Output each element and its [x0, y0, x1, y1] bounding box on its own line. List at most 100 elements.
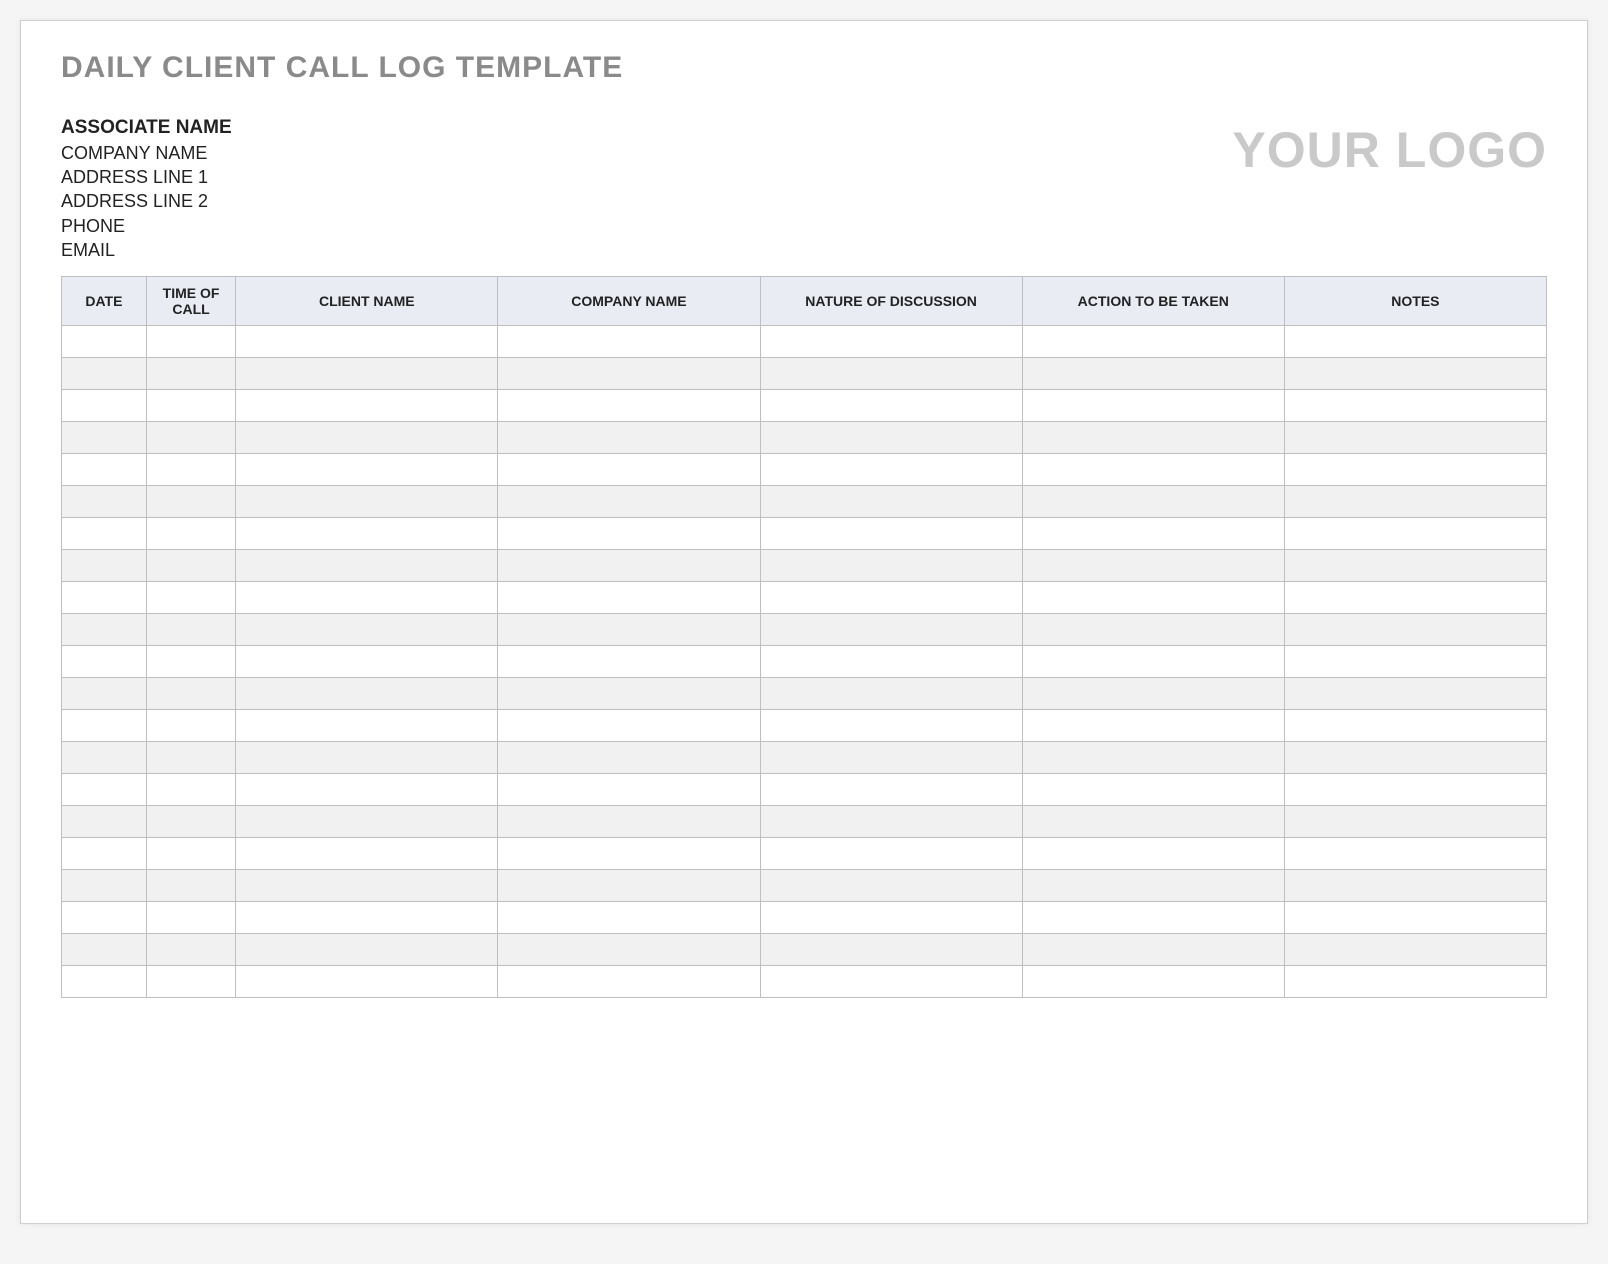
table-cell[interactable]	[760, 422, 1022, 454]
table-cell[interactable]	[236, 774, 498, 806]
table-cell[interactable]	[498, 358, 760, 390]
table-cell[interactable]	[62, 422, 147, 454]
table-cell[interactable]	[498, 806, 760, 838]
table-cell[interactable]	[62, 518, 147, 550]
table-cell[interactable]	[146, 710, 235, 742]
table-cell[interactable]	[498, 582, 760, 614]
table-cell[interactable]	[760, 614, 1022, 646]
table-cell[interactable]	[498, 390, 760, 422]
table-cell[interactable]	[760, 838, 1022, 870]
table-cell[interactable]	[62, 390, 147, 422]
table-cell[interactable]	[1022, 358, 1284, 390]
table-cell[interactable]	[1022, 646, 1284, 678]
table-cell[interactable]	[760, 806, 1022, 838]
table-cell[interactable]	[62, 870, 147, 902]
table-cell[interactable]	[236, 454, 498, 486]
table-cell[interactable]	[498, 742, 760, 774]
table-cell[interactable]	[236, 902, 498, 934]
table-cell[interactable]	[1022, 806, 1284, 838]
table-cell[interactable]	[62, 966, 147, 998]
table-cell[interactable]	[146, 358, 235, 390]
table-cell[interactable]	[236, 518, 498, 550]
table-cell[interactable]	[146, 550, 235, 582]
table-cell[interactable]	[146, 678, 235, 710]
table-cell[interactable]	[1284, 934, 1546, 966]
table-cell[interactable]	[236, 966, 498, 998]
table-cell[interactable]	[236, 742, 498, 774]
table-cell[interactable]	[498, 422, 760, 454]
table-cell[interactable]	[62, 614, 147, 646]
table-cell[interactable]	[146, 486, 235, 518]
table-cell[interactable]	[1022, 870, 1284, 902]
table-cell[interactable]	[1284, 422, 1546, 454]
table-cell[interactable]	[1022, 678, 1284, 710]
table-cell[interactable]	[760, 326, 1022, 358]
table-cell[interactable]	[760, 582, 1022, 614]
table-cell[interactable]	[760, 774, 1022, 806]
table-cell[interactable]	[1284, 710, 1546, 742]
table-cell[interactable]	[146, 806, 235, 838]
table-cell[interactable]	[1022, 774, 1284, 806]
table-cell[interactable]	[236, 838, 498, 870]
table-cell[interactable]	[1022, 614, 1284, 646]
table-cell[interactable]	[760, 678, 1022, 710]
table-cell[interactable]	[146, 582, 235, 614]
table-cell[interactable]	[146, 838, 235, 870]
table-cell[interactable]	[146, 390, 235, 422]
table-cell[interactable]	[1022, 390, 1284, 422]
table-cell[interactable]	[498, 486, 760, 518]
table-cell[interactable]	[1022, 710, 1284, 742]
table-cell[interactable]	[1284, 390, 1546, 422]
table-cell[interactable]	[1022, 326, 1284, 358]
table-cell[interactable]	[62, 646, 147, 678]
table-cell[interactable]	[1284, 454, 1546, 486]
table-cell[interactable]	[498, 934, 760, 966]
table-cell[interactable]	[236, 870, 498, 902]
table-cell[interactable]	[498, 902, 760, 934]
table-cell[interactable]	[62, 582, 147, 614]
table-cell[interactable]	[236, 646, 498, 678]
table-cell[interactable]	[760, 966, 1022, 998]
table-cell[interactable]	[62, 774, 147, 806]
table-cell[interactable]	[760, 902, 1022, 934]
table-cell[interactable]	[498, 646, 760, 678]
table-cell[interactable]	[760, 934, 1022, 966]
table-cell[interactable]	[498, 774, 760, 806]
table-cell[interactable]	[146, 870, 235, 902]
table-cell[interactable]	[62, 710, 147, 742]
table-cell[interactable]	[1284, 806, 1546, 838]
table-cell[interactable]	[62, 934, 147, 966]
table-cell[interactable]	[236, 806, 498, 838]
table-cell[interactable]	[146, 454, 235, 486]
table-cell[interactable]	[146, 934, 235, 966]
table-cell[interactable]	[760, 518, 1022, 550]
table-cell[interactable]	[1022, 518, 1284, 550]
table-cell[interactable]	[236, 614, 498, 646]
table-cell[interactable]	[498, 678, 760, 710]
table-cell[interactable]	[62, 358, 147, 390]
table-cell[interactable]	[1284, 646, 1546, 678]
table-cell[interactable]	[1022, 486, 1284, 518]
table-cell[interactable]	[146, 422, 235, 454]
table-cell[interactable]	[760, 358, 1022, 390]
table-cell[interactable]	[1022, 902, 1284, 934]
table-cell[interactable]	[498, 614, 760, 646]
table-cell[interactable]	[236, 326, 498, 358]
table-cell[interactable]	[146, 902, 235, 934]
table-cell[interactable]	[236, 678, 498, 710]
table-cell[interactable]	[1284, 774, 1546, 806]
table-cell[interactable]	[498, 710, 760, 742]
table-cell[interactable]	[236, 358, 498, 390]
table-cell[interactable]	[236, 710, 498, 742]
table-cell[interactable]	[498, 966, 760, 998]
table-cell[interactable]	[146, 326, 235, 358]
table-cell[interactable]	[62, 454, 147, 486]
table-cell[interactable]	[498, 518, 760, 550]
table-cell[interactable]	[146, 774, 235, 806]
table-cell[interactable]	[760, 870, 1022, 902]
table-cell[interactable]	[760, 454, 1022, 486]
table-cell[interactable]	[1284, 678, 1546, 710]
table-cell[interactable]	[236, 486, 498, 518]
table-cell[interactable]	[760, 390, 1022, 422]
table-cell[interactable]	[236, 422, 498, 454]
